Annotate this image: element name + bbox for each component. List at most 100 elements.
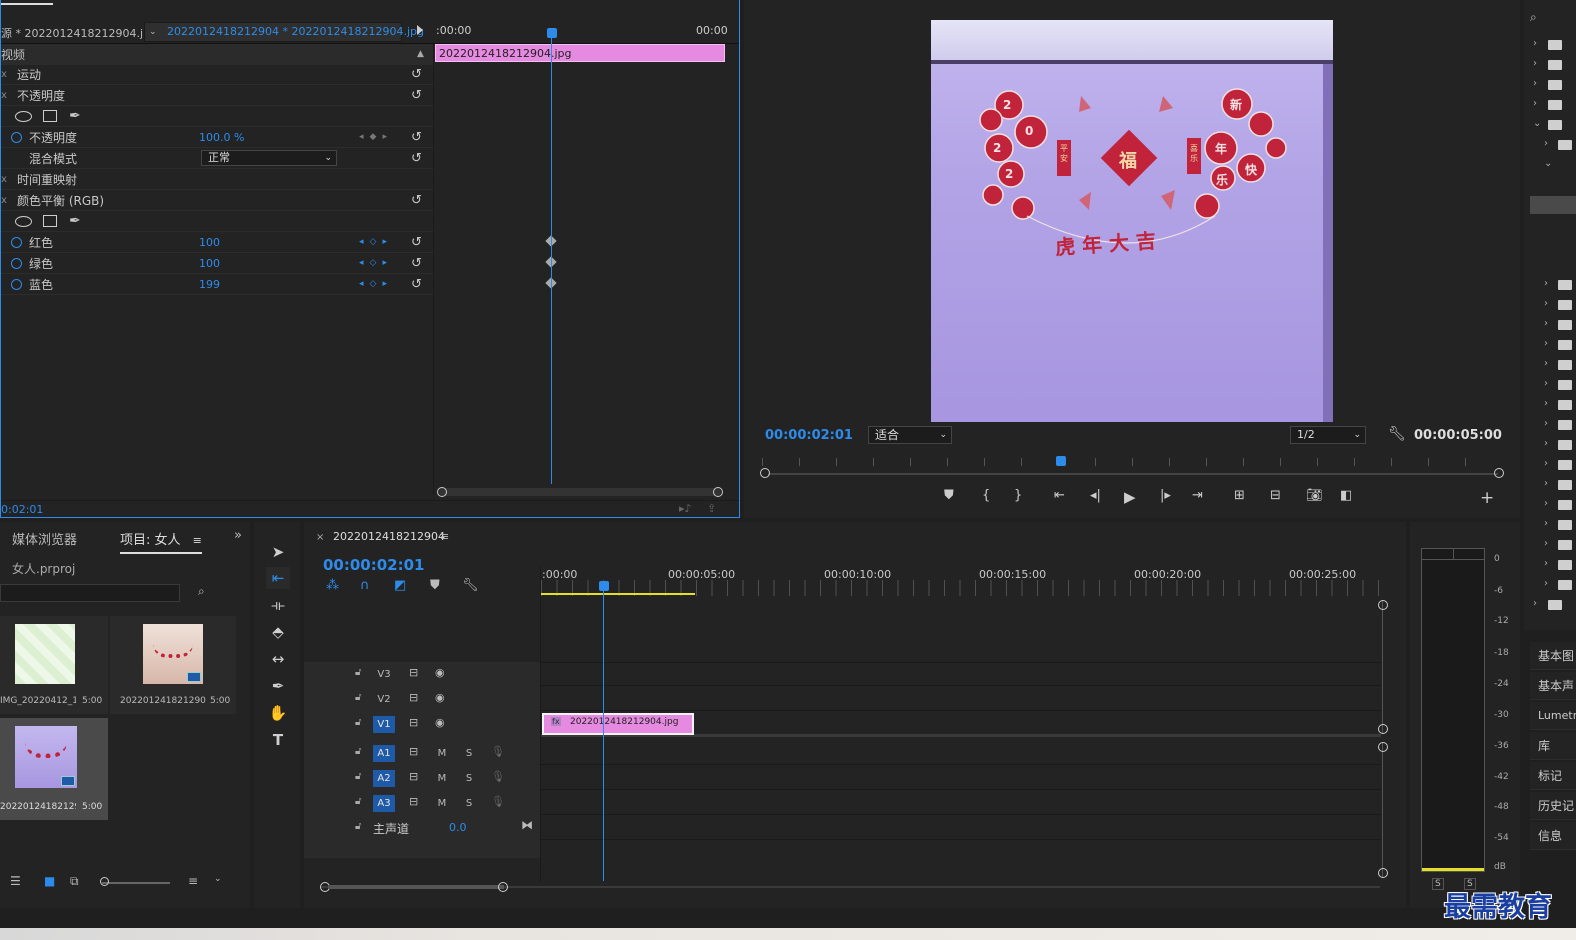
razor-tool-icon[interactable]: ⬘ <box>266 621 290 643</box>
new-bin-icon[interactable]: ⌕ <box>198 584 205 599</box>
reset-icon[interactable]: ↺ <box>411 277 422 292</box>
mark-in-icon[interactable]: { <box>982 488 990 503</box>
play-icon[interactable]: ▶ <box>1124 488 1136 506</box>
ec-current-time[interactable]: 0:02:01 <box>1 503 43 516</box>
tab-project[interactable]: 项目: 女人 ≡ <box>120 529 202 554</box>
tree-expand-icon[interactable]: › <box>1544 358 1548 369</box>
ellipse-mask-icon[interactable] <box>15 215 32 227</box>
lift-icon[interactable]: ⊞ <box>1234 488 1245 503</box>
fit-dropdown[interactable]: 适合 ⌄ <box>868 426 952 444</box>
tree-expand-icon[interactable]: › <box>1544 418 1548 429</box>
timeline-playhead-handle[interactable] <box>599 581 609 591</box>
tree-expand-icon[interactable]: › <box>1544 458 1548 469</box>
effect-opacity[interactable]: x 不透明度 ↺ <box>1 85 433 106</box>
lock-icon[interactable]: 🔓︎ <box>355 692 361 703</box>
stopwatch-icon[interactable] <box>11 278 22 290</box>
go-to-in-icon[interactable]: ⇤ <box>1054 488 1065 503</box>
effect-color-balance[interactable]: x 颜色平衡 (RGB) ↺ <box>1 190 433 211</box>
reset-icon[interactable]: ↺ <box>411 193 422 208</box>
search-icon[interactable]: ⌕ <box>1530 10 1537 25</box>
program-current-time[interactable]: 00:00:02:01 <box>765 428 853 443</box>
green-value[interactable]: 100 <box>199 257 220 270</box>
timeline-clip[interactable]: fx 2022012418212904.jpg <box>542 713 694 735</box>
panel-info[interactable]: 信息 <box>1530 822 1576 850</box>
menu-icon[interactable]: ≡ <box>440 530 449 543</box>
marker-icon[interactable]: ⛊ <box>944 488 954 503</box>
stopwatch-icon[interactable] <box>11 236 22 248</box>
rectangle-mask-icon[interactable] <box>43 110 57 122</box>
project-search-input[interactable] <box>0 584 180 602</box>
ec-playhead-handle[interactable] <box>547 28 557 38</box>
reset-icon[interactable]: ↺ <box>411 235 422 250</box>
panel-essential-sound[interactable]: 基本声 <box>1530 672 1576 700</box>
timeline-vscroll-audio[interactable] <box>1378 742 1390 878</box>
reset-icon[interactable]: ↺ <box>411 67 422 82</box>
reset-icon[interactable]: ↺ <box>411 151 422 166</box>
ec-zoom-scrollbar[interactable] <box>437 487 723 497</box>
program-scrub-bar[interactable] <box>760 454 1504 480</box>
source-clip-tab[interactable]: 源 * 2022012418212904.jpg <box>1 25 157 41</box>
play-arrow-icon[interactable] <box>417 25 423 35</box>
wrench-icon[interactable]: 🔧︎ <box>1388 426 1406 442</box>
ripple-edit-tool-icon[interactable]: ⟛ <box>266 594 290 616</box>
chevron-down-icon[interactable]: ⌄ <box>214 874 222 884</box>
collapse-up-icon[interactable]: ▲ <box>417 49 424 59</box>
sync-lock-icon[interactable]: ⊟ <box>409 666 418 679</box>
tree-expand-icon[interactable]: › <box>1533 78 1537 89</box>
scroll-handle-right[interactable] <box>713 487 723 497</box>
mic-icon[interactable]: 🎙︎ <box>491 745 505 758</box>
scrub-end-handle[interactable] <box>1494 468 1504 478</box>
scroll-handle[interactable] <box>1378 600 1388 610</box>
tree-expand-icon[interactable]: › <box>1544 578 1548 589</box>
program-playhead[interactable] <box>1056 456 1066 466</box>
track-target-a2[interactable]: A2 <box>373 770 395 787</box>
tree-expand-icon[interactable]: › <box>1544 558 1548 569</box>
sequence-dropdown[interactable]: ⌄ 2022012418212904 * 2022012418212904.jp… <box>144 22 424 42</box>
bowtie-icon[interactable]: ⧓ <box>521 818 533 832</box>
opacity-value[interactable]: 100.0 % <box>199 131 244 144</box>
sync-lock-icon[interactable]: ⊟ <box>409 770 418 783</box>
timeline-vscroll-video[interactable] <box>1378 600 1390 734</box>
play-audio-icon[interactable]: ▸♪ <box>679 502 692 515</box>
go-to-out-icon[interactable]: ⇥ <box>1192 488 1203 503</box>
menu-icon[interactable]: ≡ <box>193 534 202 547</box>
tree-expand-icon[interactable]: › <box>1533 58 1537 69</box>
add-marker-icon[interactable]: ⛊ <box>430 578 440 593</box>
tree-collapse-icon[interactable]: ⌄ <box>1544 158 1552 169</box>
work-area-bar[interactable] <box>541 593 695 595</box>
mute-button[interactable]: M <box>431 745 453 762</box>
stopwatch-icon[interactable] <box>11 257 22 269</box>
pen-mask-icon[interactable]: ✒ <box>69 108 81 124</box>
tree-expand-icon[interactable]: › <box>1544 518 1548 529</box>
sync-lock-icon[interactable]: ⊟ <box>409 745 418 758</box>
camera-icon[interactable]: 📷︎ <box>1306 488 1323 503</box>
track-target-v1[interactable]: V1 <box>373 716 395 733</box>
tree-expand-icon[interactable]: › <box>1533 598 1537 609</box>
compare-icon[interactable]: ◧ <box>1340 488 1352 503</box>
scroll-handle[interactable] <box>1378 742 1388 752</box>
scrub-start-handle[interactable] <box>760 468 770 478</box>
resolution-dropdown[interactable]: 1/2 ⌄ <box>1290 426 1366 444</box>
add-button-icon[interactable]: + <box>1480 488 1494 508</box>
track-target-v3[interactable]: V3 <box>373 666 395 683</box>
zoom-slider[interactable] <box>102 882 170 884</box>
track-target-a3[interactable]: A3 <box>373 795 395 812</box>
lock-icon[interactable]: 🔓︎ <box>355 821 361 832</box>
slip-tool-icon[interactable]: ↔ <box>266 648 290 670</box>
panel-markers[interactable]: 标记 <box>1530 762 1576 790</box>
ellipse-mask-icon[interactable] <box>15 110 32 122</box>
step-back-icon[interactable]: ◂| <box>1090 488 1101 503</box>
lock-icon[interactable]: 🔓︎ <box>355 771 361 782</box>
wrench-icon[interactable]: 🔧︎ <box>462 578 479 593</box>
pen-tool-icon[interactable]: ✒ <box>266 675 290 697</box>
project-item-selected[interactable]: 2022012418212904 5:00 <box>0 718 108 820</box>
timeline-hscroll[interactable] <box>320 882 1380 892</box>
sync-lock-icon[interactable]: ⊟ <box>409 716 418 729</box>
list-view-icon[interactable]: ☰ <box>10 874 21 888</box>
stopwatch-icon[interactable] <box>11 131 22 143</box>
tree-collapse-icon[interactable]: ⌄ <box>1533 118 1541 129</box>
step-forward-icon[interactable]: |▸ <box>1160 488 1171 503</box>
keyframe-nav-icon[interactable]: ◂◆▸ <box>359 132 393 142</box>
lock-icon[interactable]: 🔓︎ <box>355 667 361 678</box>
keyframe-nav-icon[interactable]: ◂◇▸ <box>359 279 393 289</box>
